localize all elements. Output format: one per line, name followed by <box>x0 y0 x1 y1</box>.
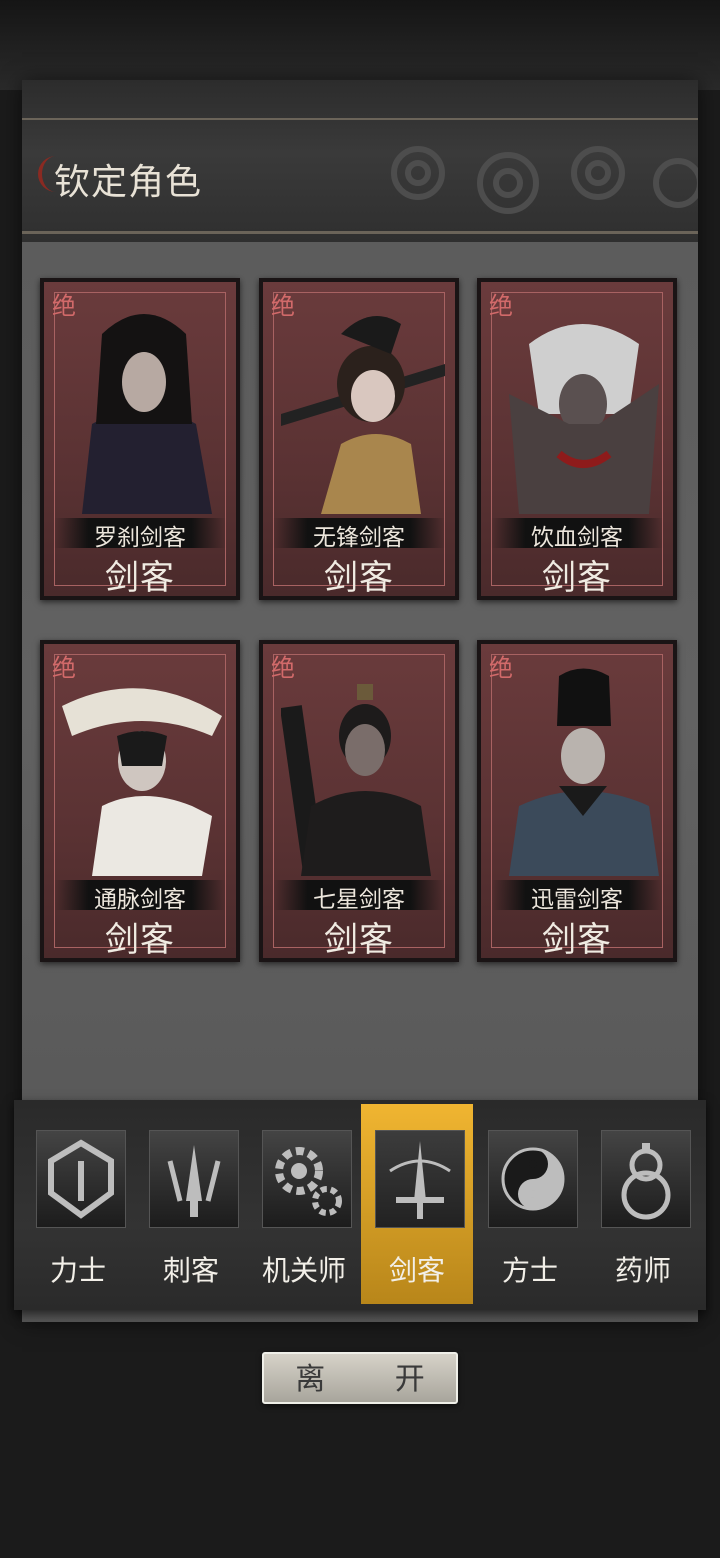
character-portrait <box>62 688 222 876</box>
rarity-badge: 绝 <box>52 654 76 682</box>
tab-jiguanshi[interactable]: 机关师 <box>248 1104 360 1304</box>
character-name: 通脉剑客 <box>94 887 186 913</box>
character-portrait <box>82 314 212 514</box>
header-divider-bottom <box>22 231 698 234</box>
character-name: 饮血剑客 <box>531 525 623 551</box>
character-class: 剑客 <box>324 920 394 958</box>
character-class: 剑客 <box>105 558 175 596</box>
character-card-4[interactable]: 绝 通脉剑客 剑客 <box>40 640 240 962</box>
character-card-5[interactable]: 绝 七星剑客 剑客 <box>259 640 459 962</box>
tab-yaoshi[interactable]: 药师 <box>587 1104 699 1304</box>
character-class: 剑客 <box>542 920 612 958</box>
character-portrait <box>281 316 445 514</box>
character-portrait <box>281 684 431 876</box>
tab-label: 药师 <box>614 1254 671 1287</box>
tab-fangshi[interactable]: 方士 <box>474 1104 586 1304</box>
rarity-badge: 绝 <box>489 654 513 682</box>
cloud-ornament-icon <box>391 146 698 214</box>
rarity-badge: 绝 <box>271 654 295 682</box>
character-class: 剑客 <box>105 920 175 958</box>
top-background <box>0 0 720 90</box>
sword-icon <box>375 1130 465 1228</box>
card-background: 绝 七星剑客 剑客 <box>263 644 455 958</box>
character-portrait <box>509 668 659 876</box>
card-background: 绝 饮血剑客 剑客 <box>481 282 673 596</box>
card-background: 绝 无锋剑客 剑客 <box>263 282 455 596</box>
character-name: 无锋剑客 <box>313 525 405 551</box>
character-name: 迅雷剑客 <box>531 887 623 913</box>
tab-jianke[interactable]: 剑客 <box>361 1104 473 1304</box>
rarity-badge: 绝 <box>489 292 513 320</box>
character-card-3[interactable]: 绝 饮血剑客 剑客 <box>477 278 677 600</box>
gourd-icon <box>601 1130 691 1228</box>
tab-label: 刺客 <box>162 1254 219 1287</box>
shield-icon <box>36 1130 126 1228</box>
character-card-6[interactable]: 绝 迅雷剑客 剑客 <box>477 640 677 962</box>
character-portrait <box>509 324 659 514</box>
character-class: 剑客 <box>324 558 394 596</box>
tab-label: 机关师 <box>261 1254 346 1287</box>
card-background: 绝 迅雷剑客 剑客 <box>481 644 673 958</box>
rarity-badge: 绝 <box>52 292 76 320</box>
leave-button[interactable]: 离 开 <box>262 1352 458 1404</box>
character-card-1[interactable]: 绝 罗刹剑客 剑客 <box>40 278 240 600</box>
character-class: 剑客 <box>542 558 612 596</box>
rarity-badge: 绝 <box>271 292 295 320</box>
claw-icon <box>149 1130 239 1228</box>
gear-icon <box>262 1130 352 1228</box>
card-background: 绝 通脉剑客 剑客 <box>44 644 236 958</box>
character-name: 七星剑客 <box>313 887 405 913</box>
character-name: 罗刹剑客 <box>94 525 186 551</box>
tab-label: 力士 <box>49 1254 106 1287</box>
yin-yang-icon <box>488 1130 578 1228</box>
card-background: 绝 罗刹剑客 剑客 <box>44 282 236 596</box>
tab-label: 方士 <box>501 1254 558 1287</box>
character-card-2[interactable]: 绝 无锋剑客 剑客 <box>259 278 459 600</box>
header-divider-top <box>22 118 698 120</box>
page-title: 钦定角色 <box>54 162 203 203</box>
tab-label: 剑客 <box>388 1254 445 1287</box>
tab-lishi[interactable]: 力士 <box>22 1104 134 1304</box>
tab-cike[interactable]: 刺客 <box>135 1104 247 1304</box>
